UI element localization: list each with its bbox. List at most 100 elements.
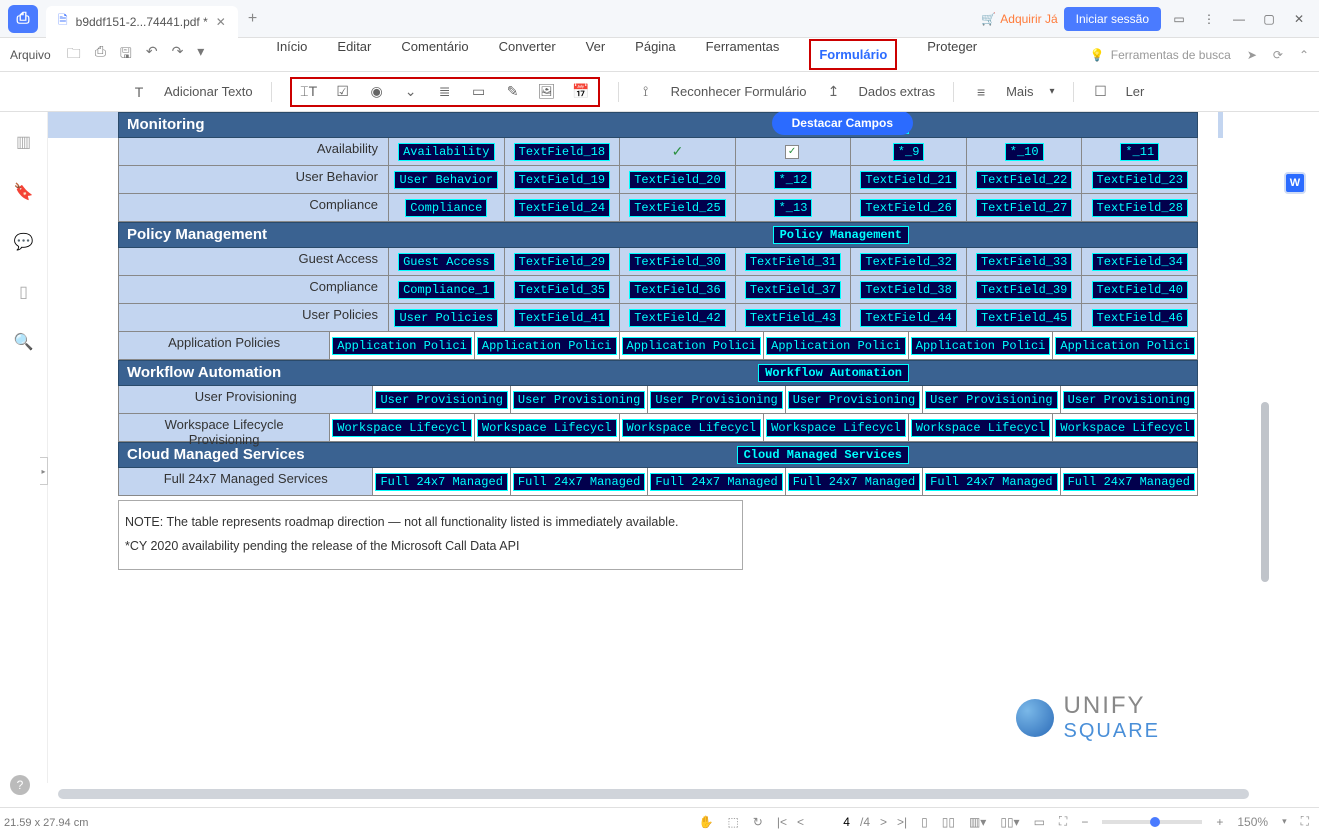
form-field[interactable]: Application Polici xyxy=(477,337,617,355)
hand-tool-icon[interactable]: ✋ xyxy=(698,815,713,829)
form-field[interactable]: TextField_42 xyxy=(629,309,725,327)
panel-icon[interactable]: ▭ xyxy=(1167,7,1191,31)
radio-tool-icon[interactable]: ◉ xyxy=(368,83,386,101)
close-window-button[interactable]: ✕ xyxy=(1287,7,1311,31)
close-tab-icon[interactable]: ✕ xyxy=(216,15,226,29)
form-field[interactable]: Full 24x7 Managed xyxy=(788,473,920,491)
form-field[interactable]: TextField_32 xyxy=(860,253,956,271)
search-tools[interactable]: 💡 Ferramentas de busca xyxy=(1090,48,1231,62)
tab-ver[interactable]: Ver xyxy=(586,39,606,70)
qat-dropdown-icon[interactable]: ▾ xyxy=(197,43,204,67)
last-page-icon[interactable]: >| xyxy=(897,815,907,829)
maximize-button[interactable]: ▢ xyxy=(1257,7,1281,31)
file-menu[interactable]: Arquivo xyxy=(10,48,51,62)
acquire-button[interactable]: 🛒 Adquirir Já xyxy=(981,12,1057,26)
form-field[interactable]: User Behavior xyxy=(394,171,498,189)
fullscreen-icon[interactable]: ⛶ xyxy=(1301,814,1309,829)
word-export-icon[interactable]: W xyxy=(1284,172,1306,194)
tab-inicio[interactable]: Início xyxy=(276,39,307,70)
form-field[interactable]: Guest Access xyxy=(398,253,494,271)
form-field[interactable]: *_12 xyxy=(774,171,813,189)
slideshow-icon[interactable]: ▭ xyxy=(1034,815,1045,829)
tab-ferramentas[interactable]: Ferramentas xyxy=(706,39,780,70)
form-field[interactable]: Workspace Lifecycl xyxy=(766,419,906,437)
form-field[interactable]: *_13 xyxy=(774,199,813,217)
form-field[interactable]: TextField_18 xyxy=(514,143,610,161)
form-field[interactable]: Full 24x7 Managed xyxy=(925,473,1057,491)
form-field[interactable]: User Provisioning xyxy=(650,391,782,409)
form-field[interactable]: Full 24x7 Managed xyxy=(650,473,782,491)
thumbnails-icon[interactable]: ▥ xyxy=(16,132,31,152)
form-field[interactable]: *_11 xyxy=(1120,143,1159,161)
form-field[interactable]: Workspace Lifecycl xyxy=(1055,419,1195,437)
form-field[interactable]: Availability xyxy=(398,143,494,161)
document-tab[interactable]: 🗎 b9ddf151-2...74441.pdf * ✕ xyxy=(46,6,238,38)
send-icon[interactable]: ➤ xyxy=(1247,48,1257,62)
form-field[interactable]: User Provisioning xyxy=(1063,391,1195,409)
form-field[interactable]: User Policies xyxy=(394,309,498,327)
form-field[interactable]: TextField_28 xyxy=(1092,199,1188,217)
fit-dropdown-icon[interactable]: ▯▯▾ xyxy=(1000,815,1019,829)
form-field[interactable]: TextField_41 xyxy=(514,309,610,327)
two-page-icon[interactable]: ▯▯ xyxy=(942,815,955,829)
search-panel-icon[interactable]: 🔍 xyxy=(14,332,34,352)
vertical-scrollbar[interactable] xyxy=(1261,142,1271,773)
checkbox-tool-icon[interactable]: ☑ xyxy=(334,83,352,101)
form-field[interactable]: TextField_23 xyxy=(1092,171,1188,189)
new-tab-button[interactable]: + xyxy=(248,10,257,28)
form-field[interactable]: Workspace Lifecycl xyxy=(332,419,472,437)
extra-data-button[interactable]: Dados extras xyxy=(859,84,936,99)
collapse-ribbon-icon[interactable]: ⌃ xyxy=(1299,48,1309,62)
redo-icon[interactable]: ↷ xyxy=(172,43,184,67)
form-field[interactable]: TextField_38 xyxy=(860,281,956,299)
prev-page-icon[interactable]: < xyxy=(797,815,804,829)
recognize-form-button[interactable]: Reconhecer Formulário xyxy=(671,84,807,99)
form-field[interactable]: TextField_21 xyxy=(860,171,956,189)
print-icon[interactable]: ⎙ xyxy=(95,43,106,67)
minimize-button[interactable]: — xyxy=(1227,7,1251,31)
textfield-tool-icon[interactable]: ⌶T xyxy=(300,83,318,101)
form-field[interactable]: Application Polici xyxy=(332,337,472,355)
zoom-slider[interactable] xyxy=(1102,820,1202,824)
checkbox-icon[interactable]: ✓ xyxy=(785,145,799,159)
form-field[interactable]: *_9 xyxy=(893,143,925,161)
more-icon[interactable]: ⋮ xyxy=(1197,7,1221,31)
layout-dropdown-icon[interactable]: ▥▾ xyxy=(969,815,986,829)
attachments-icon[interactable]: ▯ xyxy=(19,282,28,302)
save-icon[interactable]: 🖫 xyxy=(120,43,132,67)
undo-icon[interactable]: ↶ xyxy=(146,43,158,67)
horizontal-scrollbar[interactable] xyxy=(58,789,1299,803)
highlight-fields-button[interactable]: Destacar Campos xyxy=(772,112,913,135)
form-field[interactable]: Full 24x7 Managed xyxy=(513,473,645,491)
image-tool-icon[interactable]: 🖼 xyxy=(538,83,556,101)
form-field[interactable]: TextField_43 xyxy=(745,309,841,327)
form-field[interactable]: TextField_29 xyxy=(514,253,610,271)
button-tool-icon[interactable]: ▭ xyxy=(470,83,488,101)
zoom-value[interactable]: 150% xyxy=(1237,815,1268,829)
add-text-button[interactable]: Adicionar Texto xyxy=(164,84,253,99)
form-field[interactable]: TextField_27 xyxy=(976,199,1072,217)
tab-editar[interactable]: Editar xyxy=(337,39,371,70)
bookmarks-icon[interactable]: 🔖 xyxy=(14,182,34,202)
form-field[interactable]: Policy Management xyxy=(773,226,909,244)
sync-icon[interactable]: ⟳ xyxy=(1273,48,1283,62)
select-tool-icon[interactable]: ⬚ xyxy=(727,815,738,829)
form-field[interactable]: TextField_45 xyxy=(976,309,1072,327)
app-logo[interactable]: ⎙ xyxy=(8,5,38,33)
form-field[interactable]: *_10 xyxy=(1005,143,1044,161)
signature-tool-icon[interactable]: ✎ xyxy=(504,83,522,101)
comments-icon[interactable]: 💬 xyxy=(14,232,34,252)
next-page-icon[interactable]: > xyxy=(880,815,887,829)
form-field[interactable]: Full 24x7 Managed xyxy=(375,473,507,491)
form-field[interactable]: User Provisioning xyxy=(788,391,920,409)
form-field[interactable]: TextField_44 xyxy=(860,309,956,327)
form-field[interactable]: Compliance xyxy=(405,199,487,217)
form-field[interactable]: Workspace Lifecycl xyxy=(911,419,1051,437)
form-field[interactable]: TextField_25 xyxy=(629,199,725,217)
form-field[interactable]: TextField_31 xyxy=(745,253,841,271)
form-field[interactable]: Full 24x7 Managed xyxy=(1063,473,1195,491)
tab-comentario[interactable]: Comentário xyxy=(401,39,468,70)
login-button[interactable]: Iniciar sessão xyxy=(1064,7,1161,31)
form-field[interactable]: Application Polici xyxy=(622,337,762,355)
rotate-icon[interactable]: ↻ xyxy=(753,815,763,829)
